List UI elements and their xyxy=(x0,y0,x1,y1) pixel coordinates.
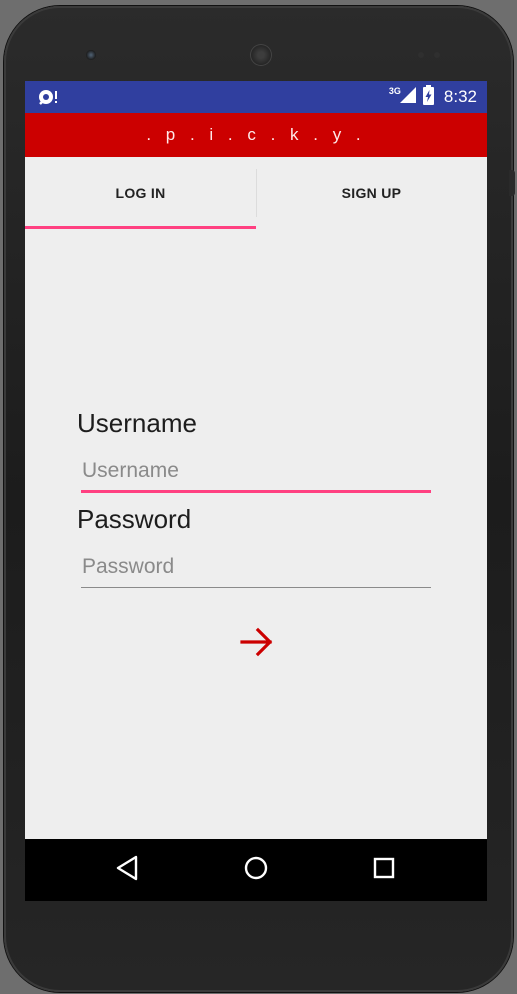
tab-signup[interactable]: SIGN UP xyxy=(256,157,487,229)
username-label: Username xyxy=(77,408,197,438)
arrow-right-icon xyxy=(240,627,274,662)
device-screen: 3G 8:32 . p . i . c . k . y . LOG IN SIG… xyxy=(25,81,487,901)
status-right-cluster: 3G 8:32 xyxy=(389,81,477,113)
password-input[interactable] xyxy=(81,549,432,585)
status-bar: 3G 8:32 xyxy=(25,81,487,113)
tab-login[interactable]: LOG IN xyxy=(25,157,256,229)
front-camera xyxy=(86,50,96,60)
clock: 8:32 xyxy=(443,87,477,106)
light-sensor xyxy=(434,52,440,58)
volume-button xyxy=(509,170,515,196)
password-underline xyxy=(81,587,431,588)
password-label: Password xyxy=(77,504,192,534)
data-saver-icon xyxy=(37,87,59,107)
tab-signup-label: SIGN UP xyxy=(341,185,402,201)
nav-home-button[interactable] xyxy=(216,839,296,901)
username-field-wrapper xyxy=(81,453,432,493)
username-input[interactable] xyxy=(81,453,432,489)
recents-square-icon xyxy=(372,856,396,885)
app-bar: . p . i . c . k . y . xyxy=(25,113,487,157)
tab-bar: LOG IN SIGN UP xyxy=(25,157,487,229)
battery-charging-icon xyxy=(422,84,434,110)
tab-login-label: LOG IN xyxy=(115,185,166,201)
cell-signal-icon xyxy=(399,86,417,109)
login-submit-button[interactable] xyxy=(233,626,281,662)
tab-indicator xyxy=(25,226,256,229)
network-type: 3G xyxy=(388,86,401,96)
nav-recents-button[interactable] xyxy=(344,839,424,901)
navigation-bar xyxy=(25,839,487,901)
username-underline xyxy=(81,490,431,493)
nav-back-button[interactable] xyxy=(87,839,167,901)
back-triangle-icon xyxy=(115,855,139,886)
app-title: . p . i . c . k . y . xyxy=(146,125,366,144)
home-circle-icon xyxy=(243,855,269,886)
proximity-sensor xyxy=(418,52,424,58)
earpiece-speaker xyxy=(250,44,272,66)
password-field-wrapper xyxy=(81,549,432,589)
